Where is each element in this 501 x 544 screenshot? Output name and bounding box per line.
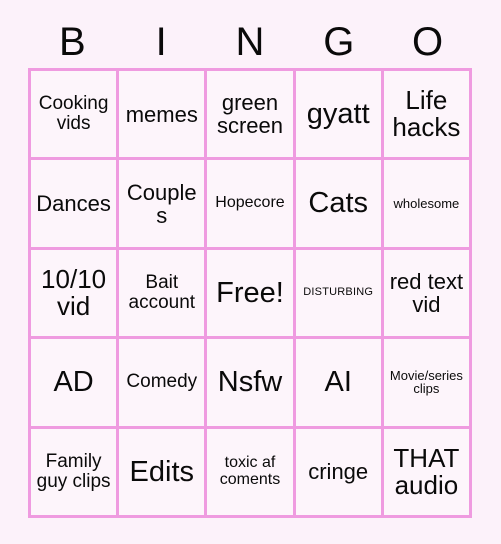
bingo-cell[interactable]: Nsfw bbox=[207, 339, 293, 426]
bingo-header-row: BINGO bbox=[28, 18, 472, 66]
bingo-cell[interactable]: wholesome bbox=[383, 160, 469, 247]
bingo-cell[interactable]: Cooking vids bbox=[31, 71, 117, 158]
bingo-cell[interactable]: Edits bbox=[119, 428, 205, 515]
bingo-cell[interactable]: Movie/series clips bbox=[383, 339, 469, 426]
bingo-cell[interactable]: 10/10 vid bbox=[31, 249, 117, 337]
bingo-cell[interactable]: memes bbox=[119, 71, 205, 158]
bingo-cell[interactable]: green screen bbox=[207, 71, 293, 158]
bingo-header-letter-g: G bbox=[323, 20, 355, 64]
bingo-cell[interactable]: cringe bbox=[295, 428, 381, 515]
bingo-cell[interactable]: Comedy bbox=[119, 339, 205, 426]
bingo-cell[interactable]: red text vid bbox=[383, 249, 469, 337]
bingo-header-letter-i: I bbox=[155, 20, 167, 64]
bingo-header-letter-b: B bbox=[59, 20, 86, 64]
bingo-free-space-cell[interactable]: Free! bbox=[207, 249, 293, 337]
bingo-cell[interactable]: Dances bbox=[31, 160, 117, 247]
bingo-header-letter-o: O bbox=[412, 20, 444, 64]
bingo-cell[interactable]: DISTURBING bbox=[295, 249, 381, 337]
bingo-grid: Cooking vids memes green screen gyatt Life h… bbox=[28, 68, 472, 518]
bingo-cell[interactable]: Cats bbox=[295, 160, 381, 247]
bingo-cell[interactable]: Bait account bbox=[119, 249, 205, 337]
bingo-cell[interactable]: AI bbox=[295, 339, 381, 426]
bingo-header-letter-n: N bbox=[235, 20, 265, 64]
bingo-cell[interactable]: Life hacks bbox=[383, 71, 469, 158]
bingo-cell[interactable]: AD bbox=[31, 339, 117, 426]
bingo-cell[interactable]: THAT audio bbox=[383, 428, 469, 515]
bingo-cell[interactable]: Family guy clips bbox=[31, 428, 117, 515]
bingo-cell[interactable]: Couples bbox=[119, 160, 205, 247]
bingo-card: B I N G O Cooking vids memes green screen gyatt… bbox=[0, 0, 501, 544]
bingo-cell[interactable]: toxic af coments bbox=[207, 428, 293, 515]
bingo-cell[interactable]: Hopecore bbox=[207, 160, 293, 247]
bingo-cell[interactable]: gyatt bbox=[295, 71, 381, 158]
